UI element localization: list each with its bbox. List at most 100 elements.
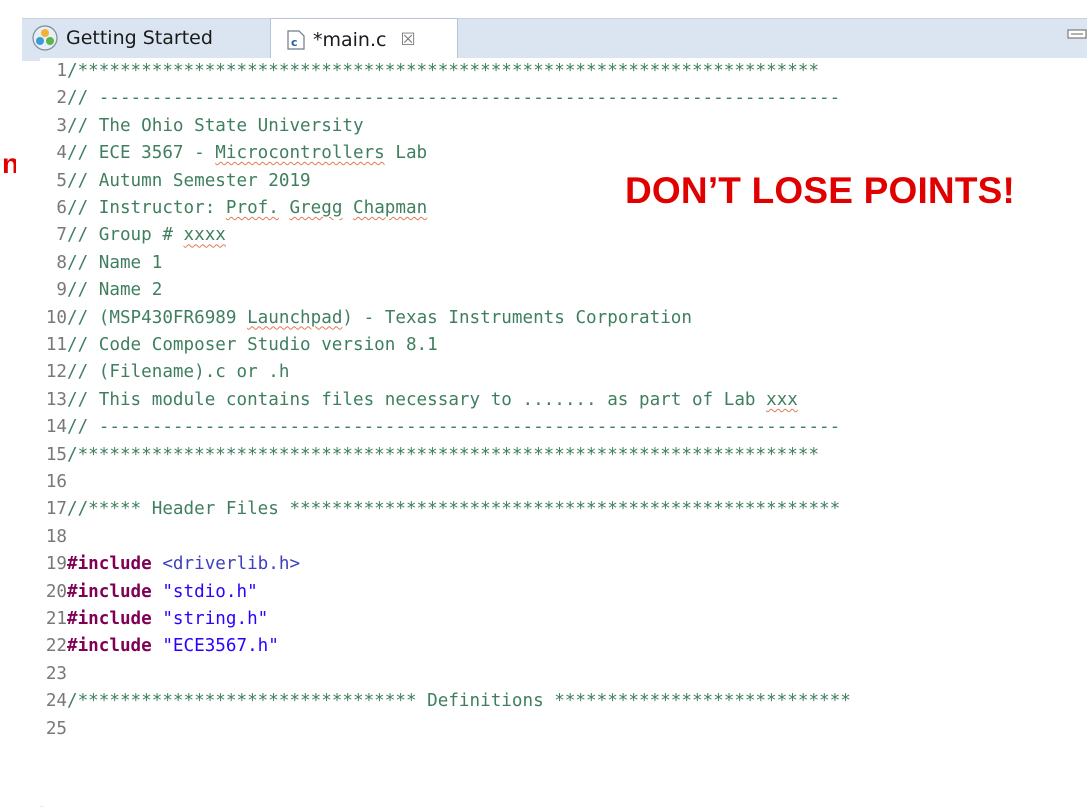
tab-getting-started-label: Getting Started bbox=[66, 27, 213, 49]
code-line[interactable]: 25 bbox=[40, 716, 1087, 743]
code-token: xxxx bbox=[183, 225, 226, 246]
code-token: // Group # bbox=[67, 225, 184, 246]
minimize-icon[interactable] bbox=[1067, 28, 1087, 40]
code-line[interactable]: 9// Name 2 bbox=[40, 277, 1087, 304]
code-line[interactable]: 16 bbox=[40, 469, 1087, 496]
line-number: 4 bbox=[56, 143, 67, 164]
code-token: ) - Texas Instruments Corporation bbox=[342, 307, 692, 328]
line-number: 7 bbox=[56, 225, 67, 246]
line-number: 12 bbox=[45, 362, 67, 383]
code-line[interactable]: 1/**************************************… bbox=[40, 58, 1087, 85]
code-line[interactable]: 13// This module contains files necessar… bbox=[40, 387, 1087, 414]
code-token: // Name 2 bbox=[67, 280, 163, 301]
code-line[interactable]: 8// Name 1 bbox=[40, 250, 1087, 277]
tab-main-c[interactable]: c *main.c ☒ bbox=[270, 18, 458, 61]
code-token: "stdio.h" bbox=[162, 581, 258, 602]
code-token: // (Filename).c or .h bbox=[67, 362, 290, 383]
code-token: // The Ohio State University bbox=[67, 115, 364, 136]
code-line[interactable]: 15/*************************************… bbox=[40, 442, 1087, 469]
code-token: #include bbox=[67, 609, 152, 629]
line-number: 15 bbox=[45, 444, 67, 465]
code-line[interactable]: 2// ------------------------------------… bbox=[40, 85, 1087, 112]
code-line[interactable]: 23 bbox=[40, 661, 1087, 688]
code-token: #include bbox=[67, 554, 152, 575]
line-number: 23 bbox=[45, 663, 67, 684]
code-token: // (MSP430FR6989 bbox=[67, 307, 248, 328]
code-line[interactable]: 18 bbox=[40, 524, 1087, 551]
code-token: // ECE 3567 - bbox=[67, 143, 216, 164]
dont-lose-points-banner: DON’T LOSE POINTS! bbox=[625, 170, 1016, 211]
code-token: // This module contains files necessary … bbox=[67, 389, 767, 410]
code-token: // Autumn Semester 2019 bbox=[67, 170, 311, 191]
line-number: 19 bbox=[45, 554, 67, 575]
line-number: 18 bbox=[45, 526, 67, 547]
line-number: 10 bbox=[45, 307, 67, 328]
code-token: //***** Header Files *******************… bbox=[67, 499, 841, 520]
code-token: Lab bbox=[384, 143, 428, 164]
code-token: Gregg bbox=[289, 198, 343, 218]
code-line[interactable]: 12// (Filename).c or .h bbox=[40, 359, 1087, 386]
code-token: Launchpad bbox=[247, 307, 343, 328]
close-tab-icon[interactable]: ☒ bbox=[400, 30, 415, 50]
code-line[interactable]: 21#include "string.h" bbox=[40, 606, 1087, 633]
line-number: 13 bbox=[45, 389, 67, 410]
code-token: // Instructor: bbox=[67, 198, 226, 218]
line-number: 22 bbox=[45, 636, 67, 657]
line-number: 5 bbox=[56, 170, 67, 191]
code-line[interactable]: 24/******************************** Defi… bbox=[40, 688, 1087, 715]
code-token: xxx bbox=[766, 389, 798, 410]
code-line[interactable]: 11// Code Composer Studio version 8.1 bbox=[40, 332, 1087, 359]
code-token: // Name 1 bbox=[67, 252, 163, 273]
line-number: 17 bbox=[45, 499, 67, 520]
tab-getting-started[interactable]: Getting Started bbox=[24, 18, 264, 58]
code-line[interactable]: 20#include "stdio.h" bbox=[40, 579, 1087, 606]
code-line[interactable]: 17//***** Header Files *****************… bbox=[40, 496, 1087, 523]
code-token: <driverlib.h> bbox=[162, 554, 301, 575]
getting-started-icon bbox=[32, 25, 58, 51]
code-token: // Code Composer Studio version 8.1 bbox=[67, 335, 438, 355]
code-token: Prof. bbox=[225, 198, 279, 218]
line-number: 16 bbox=[45, 472, 67, 492]
code-line[interactable]: 22#include "ECE3567.h" bbox=[40, 633, 1087, 660]
code-token: // -------------------------------------… bbox=[67, 88, 841, 109]
line-number: 6 bbox=[56, 198, 67, 218]
code-line[interactable]: 4// ECE 3567 - Microcontrollers Lab bbox=[40, 140, 1087, 167]
code-token: "string.h" bbox=[162, 609, 269, 629]
line-number: 9 bbox=[56, 280, 67, 301]
code-token: #include bbox=[67, 636, 152, 657]
tab-main-c-label: *main.c bbox=[313, 29, 387, 51]
code-token: /***************************************… bbox=[67, 444, 820, 465]
line-number: 14 bbox=[45, 417, 67, 438]
code-line[interactable]: 10// (MSP430FR6989 Launchpad) - Texas In… bbox=[40, 305, 1087, 332]
edge-red-text: n bbox=[2, 150, 16, 178]
line-number: 8 bbox=[56, 252, 67, 273]
code-line[interactable]: 7// Group # xxxx bbox=[40, 222, 1087, 249]
code-token: // -------------------------------------… bbox=[67, 417, 841, 438]
line-number: 3 bbox=[56, 115, 67, 136]
code-line[interactable]: 14// -----------------------------------… bbox=[40, 414, 1087, 441]
line-number: 21 bbox=[45, 609, 67, 629]
c-file-icon: c bbox=[287, 30, 305, 50]
code-token: /******************************** Defini… bbox=[67, 691, 851, 712]
line-number: 25 bbox=[45, 718, 67, 739]
editor-tab-bar: Getting Started c *main.c ☒ bbox=[0, 0, 1087, 61]
svg-text:c: c bbox=[291, 36, 298, 49]
line-number: 11 bbox=[45, 335, 67, 355]
code-line[interactable]: 19#include <driverlib.h> bbox=[40, 551, 1087, 578]
code-token: /***************************************… bbox=[67, 61, 820, 81]
code-token: "ECE3567.h" bbox=[162, 636, 279, 657]
code-token: Chapman bbox=[353, 198, 428, 218]
line-number: 24 bbox=[45, 691, 67, 712]
code-line[interactable]: 3// The Ohio State University bbox=[40, 113, 1087, 140]
line-number: 20 bbox=[45, 581, 67, 602]
line-number: 2 bbox=[56, 88, 67, 109]
code-token: Microcontrollers bbox=[215, 143, 385, 164]
code-token: #include bbox=[67, 581, 152, 602]
line-number: 1 bbox=[56, 61, 67, 81]
